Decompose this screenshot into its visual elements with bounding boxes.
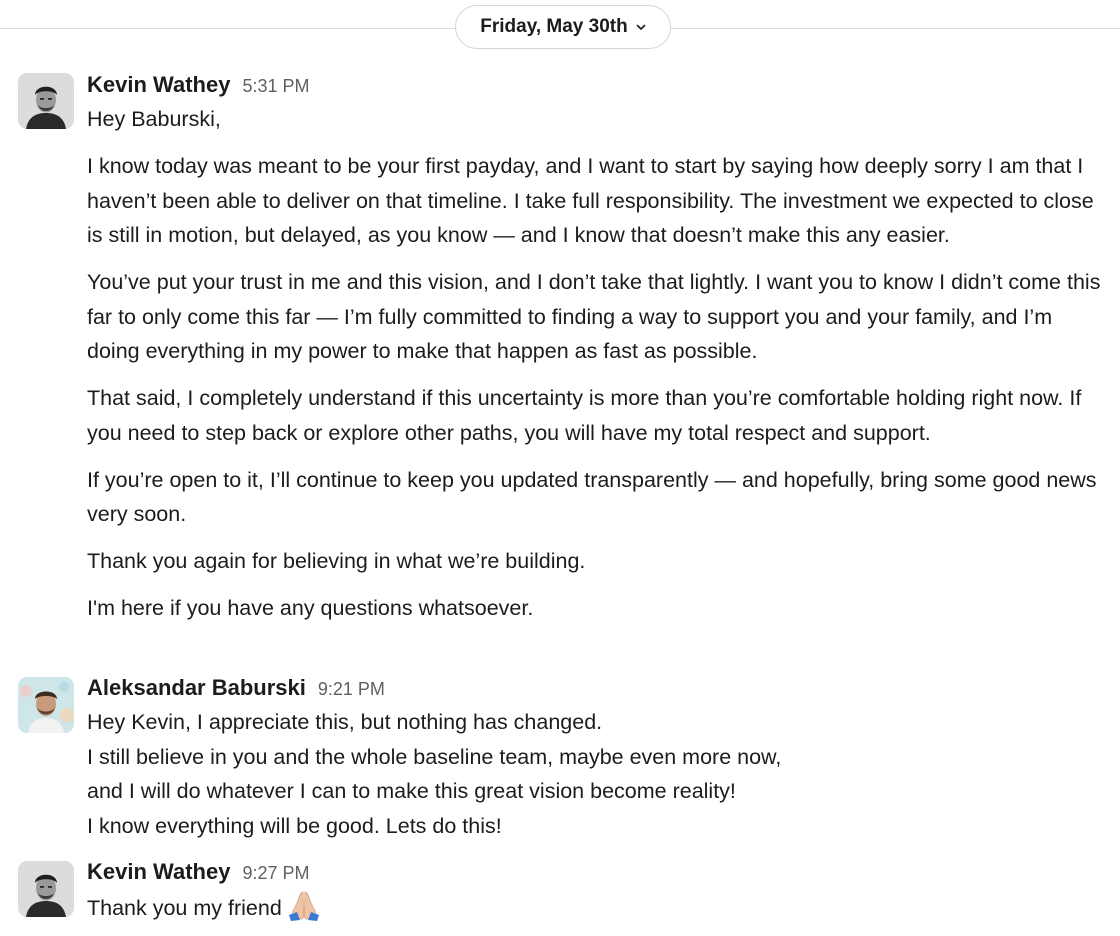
message-body: Aleksandar Baburski 9:21 PM Hey Kevin, I… (87, 675, 1106, 843)
message-text: Thank you my friend (87, 896, 282, 920)
message-line: Hey Kevin, I appreciate this, but nothin… (87, 710, 603, 734)
message-line: and I will do whatever I can to make thi… (87, 779, 736, 803)
message-line: Thank you my friend (87, 889, 1106, 926)
avatar-image (18, 861, 74, 917)
message-paragraph: If you’re open to it, I’ll continue to k… (87, 467, 1097, 527)
timestamp[interactable]: 9:27 PM (242, 863, 309, 884)
message-paragraph: Thank you again for believing in what we… (87, 549, 586, 573)
message-line: I still believe in you and the whole bas… (87, 744, 782, 769)
message-paragraph: You’ve put your trust in me and this vis… (87, 270, 1101, 363)
avatar-image (18, 73, 74, 129)
date-divider: Friday, May 30th (0, 0, 1120, 58)
message-paragraph: Hey Baburski, (87, 107, 221, 131)
author-name[interactable]: Kevin Wathey (87, 859, 230, 885)
author-name[interactable]: Kevin Wathey (87, 72, 230, 98)
folded-hands-icon (288, 891, 319, 921)
avatar-image (18, 677, 74, 733)
timestamp[interactable]: 9:21 PM (318, 679, 385, 700)
message-body: Kevin Wathey 5:31 PM Hey Baburski, I kno… (87, 72, 1106, 638)
message-paragraph: That said, I completely understand if th… (87, 386, 1082, 445)
message-body: Kevin Wathey 9:27 PM Thank you my friend (87, 859, 1106, 926)
avatar-aleksandar[interactable] (18, 677, 74, 733)
message-line: I know everything will be good. Lets do … (87, 813, 502, 838)
timestamp[interactable]: 5:31 PM (242, 76, 309, 97)
date-jump-button[interactable]: Friday, May 30th (455, 5, 671, 49)
message-paragraph: I know today was meant to be your first … (87, 154, 1094, 247)
author-name[interactable]: Aleksandar Baburski (87, 675, 306, 701)
message-paragraph: I'm here if you have any questions whats… (87, 596, 534, 620)
date-label: Friday, May 30th (480, 16, 628, 37)
chevron-down-icon (636, 24, 646, 30)
avatar-kevin[interactable] (18, 73, 74, 129)
avatar-kevin[interactable] (18, 861, 74, 917)
